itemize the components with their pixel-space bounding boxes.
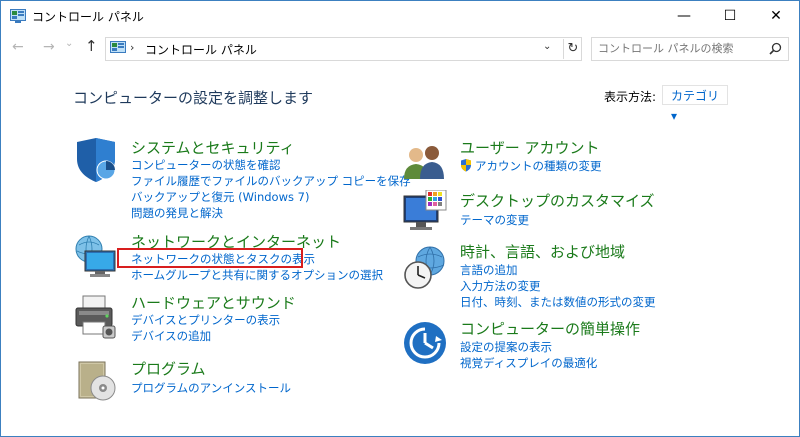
link-change-theme[interactable]: テーマの変更 — [460, 212, 529, 228]
network-globe-icon[interactable] — [73, 233, 119, 282]
programs-title[interactable]: プログラム — [131, 358, 206, 379]
search-icon[interactable] — [769, 42, 782, 58]
control-panel-icon — [10, 9, 26, 26]
up-button[interactable]: ↑ — [85, 37, 98, 55]
category-programs: プログラム プログラムのアンインストール — [73, 358, 373, 404]
category-hardware-sound: ハードウェアとサウンド デバイスとプリンターの表示 デバイスの追加 — [73, 292, 373, 348]
link-add-language[interactable]: 言語の追加 — [460, 262, 518, 278]
hardware-sound-title[interactable]: ハードウェアとサウンド — [131, 292, 296, 313]
view-by-dropdown[interactable]: カテゴリ ▾ — [662, 85, 728, 123]
clock-language-region-title[interactable]: 時計、言語、および地域 — [460, 241, 625, 262]
maximize-button[interactable]: ☐ — [707, 1, 753, 31]
uac-shield-icon — [460, 159, 472, 175]
breadcrumb-separator[interactable]: › — [130, 41, 134, 54]
link-change-date-time-format[interactable]: 日付、時刻、または数値の形式の変更 — [460, 294, 656, 310]
printer-icon[interactable] — [73, 294, 119, 343]
programs-disc-icon[interactable] — [73, 358, 119, 407]
link-backup-restore[interactable]: バックアップと復元 (Windows 7) — [131, 189, 309, 205]
highlight-box — [117, 248, 303, 268]
category-system-security: システムとセキュリティ コンピューターの状態を確認 ファイル履歴でファイルのバッ… — [73, 137, 411, 227]
view-by-label: 表示方法: — [604, 90, 657, 104]
desktop-monitor-icon[interactable] — [402, 189, 448, 239]
shield-icon[interactable] — [73, 137, 119, 186]
title-bar: コントロール パネル — ☐ ✕ — [1, 1, 799, 31]
link-homegroup-sharing[interactable]: ホームグループと共有に関するオプションの選択 — [131, 267, 383, 283]
search-box[interactable] — [591, 37, 789, 61]
control-panel-icon — [110, 41, 126, 58]
link-devices-printers[interactable]: デバイスとプリンターの表示 — [131, 312, 280, 328]
address-bar[interactable]: › コントロール パネル ⌄ ↻ — [105, 37, 582, 61]
navigation-bar: ← → ⌄ ↑ › コントロール パネル ⌄ ↻ — [1, 31, 799, 65]
link-add-device[interactable]: デバイスの追加 — [131, 328, 211, 344]
refresh-button[interactable]: ↻ — [563, 39, 582, 59]
control-panel-window: コントロール パネル — ☐ ✕ ← → ⌄ ↑ › コントロール パネル ⌄ … — [0, 0, 800, 437]
back-button[interactable]: ← — [12, 39, 24, 55]
close-button[interactable]: ✕ — [753, 1, 799, 31]
category-ease-of-access: コンピューターの簡単操作 設定の提案の表示 視覚ディスプレイの最適化 — [402, 318, 732, 374]
link-file-history-backup[interactable]: ファイル履歴でファイルのバックアップ コピーを保存 — [131, 173, 411, 189]
ease-of-access-title[interactable]: コンピューターの簡単操作 — [460, 318, 640, 339]
link-check-computer-status[interactable]: コンピューターの状態を確認 — [131, 157, 281, 173]
link-change-input-method[interactable]: 入力方法の変更 — [460, 278, 541, 294]
system-security-title[interactable]: システムとセキュリティ — [131, 137, 295, 158]
category-clock-language-region: 時計、言語、および地域 言語の追加 入力方法の変更 日付、時刻、または数値の形式… — [402, 241, 732, 311]
ease-of-access-icon[interactable] — [402, 320, 448, 369]
forward-button[interactable]: → — [43, 39, 55, 55]
clock-globe-icon[interactable] — [402, 245, 448, 294]
recent-locations-button[interactable]: ⌄ — [65, 38, 73, 49]
breadcrumb[interactable]: コントロール パネル — [145, 41, 257, 58]
link-change-account-type[interactable]: アカウントの種類の変更 — [475, 158, 602, 174]
link-get-recommendations[interactable]: 設定の提案の表示 — [460, 339, 552, 355]
link-uninstall-program[interactable]: プログラムのアンインストール — [131, 380, 291, 396]
minimize-button[interactable]: — — [661, 1, 707, 31]
address-dropdown-button[interactable]: ⌄ — [543, 41, 551, 52]
category-desktop-personalization: デスクトップのカスタマイズ テーマの変更 — [402, 189, 732, 239]
page-title: コンピューターの設定を調整します — [73, 89, 314, 107]
link-troubleshoot[interactable]: 問題の発見と解決 — [131, 205, 223, 221]
link-optimize-visual-display[interactable]: 視覚ディスプレイの最適化 — [460, 355, 597, 371]
window-title: コントロール パネル — [32, 10, 144, 24]
user-accounts-title[interactable]: ユーザー アカウント — [460, 137, 599, 158]
search-input[interactable] — [598, 40, 758, 56]
desktop-customize-title[interactable]: デスクトップのカスタマイズ — [460, 190, 655, 211]
users-icon[interactable] — [402, 141, 448, 184]
category-user-accounts: ユーザー アカウント アカウントの種類の変更 — [402, 137, 732, 183]
